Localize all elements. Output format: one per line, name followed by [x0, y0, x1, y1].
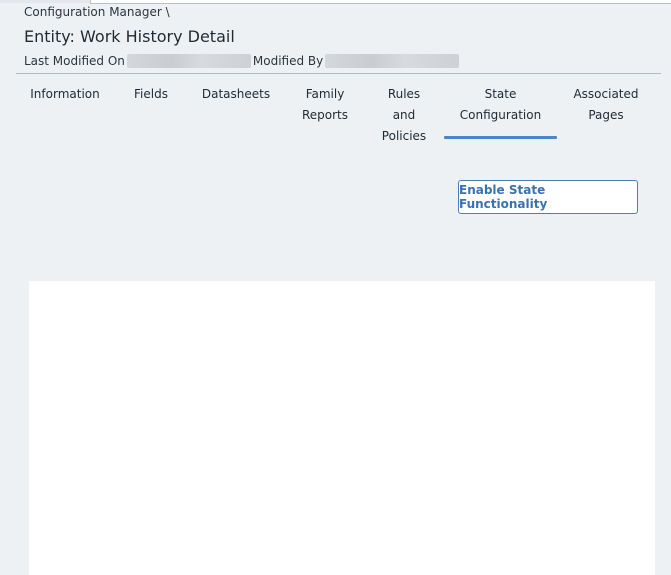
tab-datasheets[interactable]: Datasheets: [196, 84, 276, 105]
tab-label: Rules: [387, 87, 421, 101]
tab-label: Reports: [301, 108, 349, 122]
last-modified-on-value-redacted: [126, 54, 251, 68]
tab-fields[interactable]: Fields: [126, 84, 176, 105]
tab-label: Information: [30, 87, 100, 101]
tab-information[interactable]: Information: [26, 84, 104, 105]
tab-label: Pages: [588, 108, 624, 122]
breadcrumb[interactable]: Configuration Manager \: [24, 5, 170, 19]
tab-label: State: [484, 87, 517, 101]
tab-state-configuration[interactable]: State Configuration: [444, 84, 557, 126]
tab-bar: Information Fields Datasheets Family Rep…: [16, 84, 666, 144]
enable-state-functionality-button[interactable]: Enable State Functionality: [458, 180, 638, 214]
modified-by-value-redacted: [325, 54, 460, 68]
tab-label: Policies: [381, 129, 427, 143]
top-strip: [0, 0, 671, 4]
active-tab-indicator: [444, 136, 557, 139]
last-modified-on-label: Last Modified On: [24, 54, 125, 68]
state-configuration-panel: [29, 281, 655, 575]
tab-label: Datasheets: [201, 87, 271, 101]
page-title: Entity: Work History Detail: [24, 27, 235, 46]
top-strip-left: [0, 0, 90, 3]
tab-label: Configuration: [459, 108, 542, 122]
tab-label: Associated: [573, 87, 639, 101]
tab-family-reports[interactable]: Family Reports: [298, 84, 352, 126]
tab-rules-and-policies[interactable]: Rules and Policies: [378, 84, 430, 147]
tab-label: and: [392, 108, 416, 122]
tab-label: Family: [305, 87, 345, 101]
modified-by-label: Modified By: [252, 54, 324, 68]
tab-label: Fields: [134, 87, 168, 101]
top-strip-right: [90, 0, 671, 4]
tab-associated-pages[interactable]: Associated Pages: [571, 84, 641, 126]
meta-row: Last Modified On Modified By: [24, 52, 460, 70]
header-divider: [16, 73, 661, 74]
